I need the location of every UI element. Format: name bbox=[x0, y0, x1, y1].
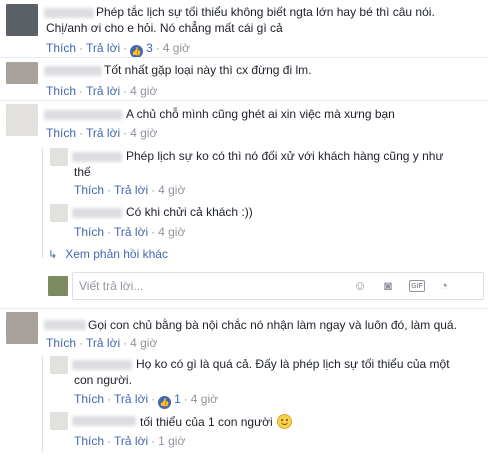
separator: · bbox=[79, 84, 84, 98]
avatar[interactable] bbox=[6, 62, 38, 84]
separator: · bbox=[107, 183, 112, 197]
camera-icon[interactable]: ◙ bbox=[381, 279, 395, 293]
reply-input[interactable] bbox=[79, 278, 339, 294]
comment-text: Có khi chửi cả khách :)) bbox=[126, 205, 253, 219]
comment-text: Chị/anh ơi cho e hỏi. Nó chẳng mất cái g… bbox=[46, 21, 283, 35]
timestamp[interactable]: 1 giờ bbox=[158, 434, 185, 448]
separator: · bbox=[123, 84, 128, 98]
reply-button[interactable]: Trả lời bbox=[114, 434, 148, 448]
separator: · bbox=[107, 392, 112, 406]
comment-text: con người. bbox=[74, 373, 132, 387]
separator: · bbox=[123, 336, 128, 350]
reply-button[interactable]: Trả lời bbox=[114, 183, 148, 197]
divider bbox=[0, 57, 488, 58]
comment-actions: Thích · Trả lời · 👍 3 · 4 giờ bbox=[46, 41, 190, 58]
avatar[interactable] bbox=[50, 148, 68, 166]
thumbs-up-icon: 👍 bbox=[158, 396, 172, 409]
like-button[interactable]: Thích bbox=[74, 434, 104, 448]
avatar[interactable] bbox=[6, 104, 38, 136]
smiley-emoji-icon bbox=[276, 414, 292, 429]
avatar[interactable] bbox=[50, 356, 68, 374]
comment-text-body: tối thiểu của 1 con người bbox=[140, 415, 273, 429]
avatar[interactable] bbox=[6, 4, 38, 36]
blurred-author-name bbox=[44, 8, 94, 18]
reply-button[interactable]: Trả lời bbox=[86, 41, 120, 55]
separator: · bbox=[79, 336, 84, 350]
timestamp[interactable]: 4 giờ bbox=[130, 336, 157, 350]
comment-actions: Thích · Trả lời · 4 giờ bbox=[46, 84, 157, 98]
comment-actions: Thích · Trả lời · 4 giờ bbox=[74, 183, 185, 197]
like-button[interactable]: Thích bbox=[46, 336, 76, 350]
comment-actions: Thích · Trả lời · 👍 1 · 4 giờ bbox=[74, 392, 218, 409]
like-button[interactable]: Thích bbox=[74, 183, 104, 197]
comment-text: Họ ko có gì là quá cả. Đấy là phép lịch … bbox=[136, 357, 450, 371]
blurred-author-name bbox=[72, 360, 132, 370]
avatar[interactable] bbox=[6, 312, 38, 344]
like-button[interactable]: Thích bbox=[46, 126, 76, 140]
separator: · bbox=[151, 392, 156, 406]
separator: · bbox=[155, 41, 160, 55]
reply-button[interactable]: Trả lời bbox=[114, 225, 148, 239]
like-button[interactable]: Thích bbox=[46, 41, 76, 55]
separator: · bbox=[79, 126, 84, 140]
separator: · bbox=[183, 392, 188, 406]
comment-text: thế bbox=[74, 165, 91, 179]
separator: · bbox=[151, 225, 156, 239]
reply-thread-line bbox=[42, 148, 43, 258]
separator: · bbox=[107, 225, 112, 239]
blurred-author-name bbox=[44, 66, 102, 76]
like-count[interactable]: 👍 1 bbox=[158, 392, 181, 409]
timestamp[interactable]: 4 giờ bbox=[163, 41, 190, 55]
reply-button[interactable]: Trả lời bbox=[86, 126, 120, 140]
comment-text: Tốt nhất gặp loại này thì cx đừng đi lm. bbox=[104, 63, 312, 77]
comment-text: Phép tắc lịch sự tối thiểu không biết ng… bbox=[96, 5, 435, 19]
timestamp[interactable]: 4 giờ bbox=[130, 126, 157, 140]
comment-actions: Thích · Trả lời · 1 giờ bbox=[74, 434, 185, 448]
blurred-author-name bbox=[44, 320, 86, 330]
separator: · bbox=[151, 434, 156, 448]
reply-button[interactable]: Trả lời bbox=[114, 392, 148, 406]
comment-actions: Thích · Trả lời · 4 giờ bbox=[46, 126, 157, 140]
like-button[interactable]: Thích bbox=[74, 392, 104, 406]
divider bbox=[0, 100, 488, 101]
blurred-author-name bbox=[72, 152, 122, 162]
reply-button[interactable]: Trả lời bbox=[86, 336, 120, 350]
divider bbox=[0, 308, 488, 309]
comment-actions: Thích · Trả lời · 4 giờ bbox=[74, 225, 185, 239]
comment-text: Phép lịch sự ko có thì nó đối xử với khá… bbox=[126, 149, 444, 163]
more-replies-link[interactable]: ↳ Xem phản hồi khác bbox=[48, 247, 168, 262]
blurred-author-name bbox=[44, 110, 122, 120]
timestamp[interactable]: 4 giờ bbox=[158, 225, 185, 239]
avatar[interactable] bbox=[50, 204, 68, 222]
reply-button[interactable]: Trả lời bbox=[86, 84, 120, 98]
timestamp[interactable]: 4 giờ bbox=[191, 392, 218, 406]
like-button[interactable]: Thích bbox=[74, 225, 104, 239]
blurred-author-name bbox=[72, 208, 122, 218]
separator: · bbox=[79, 41, 84, 55]
timestamp[interactable]: 4 giờ bbox=[130, 84, 157, 98]
comment-text: Gọi con chủ bằng bà nội chắc nó nhận làm… bbox=[88, 318, 457, 332]
comment-text: A chủ chỗ mình cũng ghét ai xin việc mà … bbox=[126, 107, 395, 121]
like-button[interactable]: Thích bbox=[46, 84, 76, 98]
like-count[interactable]: 👍 3 bbox=[130, 41, 153, 58]
comment-text: tối thiểu của 1 con người bbox=[140, 414, 292, 430]
gif-icon[interactable]: GIF bbox=[409, 280, 425, 292]
separator: · bbox=[151, 183, 156, 197]
reply-thread-line bbox=[42, 356, 43, 452]
emoji-icon[interactable]: ☺ bbox=[353, 279, 367, 293]
comment-actions: Thích · Trả lời · 4 giờ bbox=[46, 336, 157, 350]
separator: · bbox=[107, 434, 112, 448]
timestamp[interactable]: 4 giờ bbox=[158, 183, 185, 197]
separator: · bbox=[123, 126, 128, 140]
separator: · bbox=[123, 41, 128, 55]
reply-box: ☺ ◙ GIF ◔ bbox=[72, 272, 484, 300]
blurred-author-name bbox=[72, 416, 136, 426]
reply-arrow-icon: ↳ bbox=[48, 249, 58, 261]
avatar[interactable] bbox=[50, 412, 68, 430]
current-user-avatar bbox=[48, 276, 68, 296]
sticker-icon[interactable]: ◔ bbox=[437, 279, 451, 293]
